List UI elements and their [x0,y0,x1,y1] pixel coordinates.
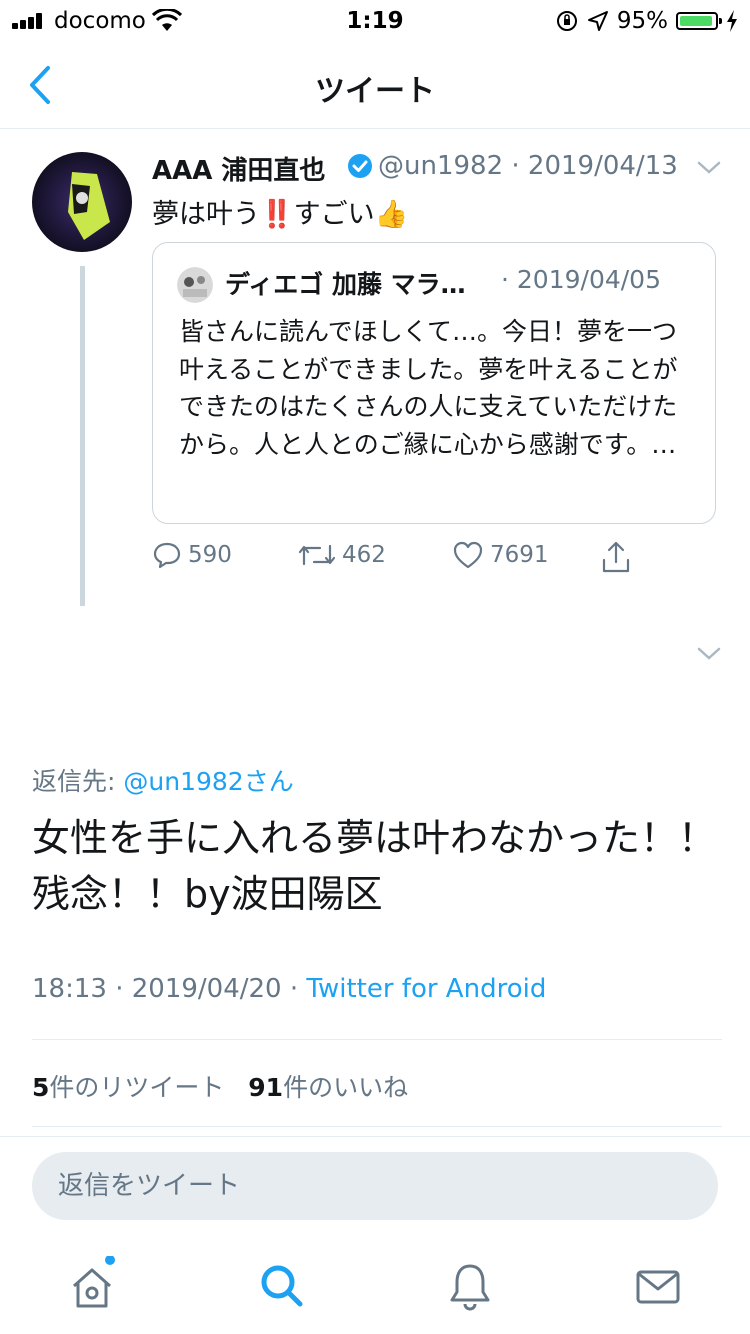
status-bar: docomo 1:19 95% [0,0,750,44]
reply-count: 590 [188,542,232,568]
charging-bolt-icon [727,10,737,32]
tweet-source-link[interactable]: Twitter for Android [306,974,546,1004]
meta-separator: · [503,151,528,181]
like-count: 7691 [490,542,549,568]
tweet-timestamp: 18:13 · 2019/04/20 · Twitter for Android [32,974,546,1004]
quoted-author-name: ディエゴ 加藤 マラ… [225,270,466,299]
battery-icon [676,12,722,30]
tweet-stats: 5件のリツイート 91件のいいね [32,1068,408,1104]
compose-divider [0,1136,750,1137]
orientation-lock-icon [556,11,577,31]
quoted-date: · 2019/04/05 [501,265,661,294]
thread-line [80,266,85,606]
author-handle[interactable]: @un1982 [378,151,503,181]
divider [32,1039,722,1040]
home-icon[interactable] [62,1256,122,1316]
reply-icon [153,542,181,569]
meta-separator: · [106,974,132,1004]
retweet-action[interactable]: 462 [298,540,386,570]
battery-percent: 95% [616,8,668,34]
messages-icon[interactable] [628,1256,688,1316]
compose-placeholder: 返信をツイート [58,1171,241,1201]
reply-context: 返信先: @un1982さん [32,762,294,798]
share-icon[interactable] [600,540,632,574]
retweet-icon [298,544,336,566]
reply-compose-field[interactable]: 返信をツイート [32,1152,718,1220]
retweet-count: 462 [342,542,386,568]
tweet-date: 2019/04/13 [527,151,678,181]
reply-label: 返信先: [32,767,124,796]
main-tweet-text: 女性を手に入れる夢は叶わなかった！！残念！！by波田陽区 [32,816,717,916]
status-right: 95% [555,8,738,34]
retweets-stat[interactable]: 5件のリツイート [32,1073,224,1102]
quoted-avatar [177,267,213,303]
page-title: ツイート [315,74,435,109]
quoted-tweet-card[interactable]: ディエゴ 加藤 マラ… · 2019/04/05 皆さんに読んでほしくて…。今日… [152,242,716,524]
reply-action[interactable]: 590 [152,540,232,570]
like-action[interactable]: 7691 [452,540,549,570]
verified-badge-icon [348,154,372,178]
chevron-down-icon[interactable] [696,160,722,176]
search-icon[interactable] [252,1256,312,1316]
tweet-date: 2019/04/20 [131,974,282,1004]
likes-stat[interactable]: 91件のいいね [248,1073,408,1102]
tweet-meta: @un1982 · 2019/04/13 [378,151,678,181]
meta-separator: · [281,974,307,1004]
quoted-text: 皆さんに読んでほしくて…。今日！夢を一つ叶えることができました。夢を叶えることが… [179,317,678,459]
chevron-down-icon[interactable] [696,646,722,662]
avatar[interactable] [32,152,132,252]
tweet-text: 夢は叶う‼️すごい👍 [152,199,409,230]
notifications-icon[interactable] [440,1256,500,1316]
divider [32,1126,722,1127]
author-name[interactable]: AAA 浦田直也 [152,150,325,187]
nav-bar: ツイート [0,44,750,129]
tweet-time: 18:13 [32,974,107,1004]
location-arrow-icon [587,11,608,31]
reply-handle-link[interactable]: @un1982さん [123,767,293,796]
heart-icon [453,541,483,569]
